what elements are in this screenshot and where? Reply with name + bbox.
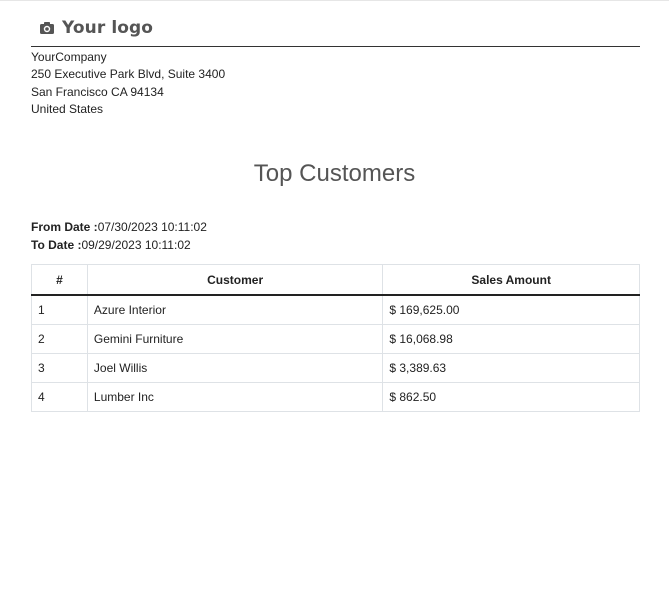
- column-header-customer: Customer: [86, 264, 384, 296]
- customer-name: Lumber Inc: [86, 382, 384, 412]
- sales-amount: $ 16,068.98: [382, 324, 640, 354]
- report-title: Top Customers: [253, 160, 416, 187]
- row-number: 4: [31, 382, 88, 412]
- sales-amount: $ 169,625.00: [382, 294, 640, 325]
- sales-amount: $ 3,389.63: [382, 353, 640, 383]
- date-range: From Date :07/30/2023 10:11:02 To Date :…: [31, 218, 207, 254]
- header-divider: [31, 46, 640, 47]
- table-row: 2 Gemini Furniture $ 16,068.98: [31, 324, 640, 354]
- camera-icon: [39, 21, 55, 35]
- from-date-label: From Date :: [31, 220, 98, 234]
- from-date-value: 07/30/2023 10:11:02: [97, 220, 207, 234]
- logo-text: Your logo: [62, 18, 154, 38]
- company-logo: Your logo: [39, 18, 153, 38]
- table-row: 4 Lumber Inc $ 862.50: [31, 382, 640, 412]
- table-row: 1 Azure Interior $ 169,625.00: [31, 294, 640, 325]
- customers-table: # Customer Sales Amount 1 Azure Interior…: [31, 264, 640, 412]
- company-city: San Francisco CA 94134: [31, 84, 164, 99]
- to-date-label: To Date :: [31, 238, 82, 252]
- company-name: YourCompany: [31, 50, 107, 64]
- row-number: 1: [31, 294, 88, 325]
- to-date-value: 09/29/2023 10:11:02: [81, 238, 191, 252]
- company-country: United States: [31, 101, 104, 116]
- company-address: YourCompany 250 Executive Park Blvd, Sui…: [31, 49, 225, 118]
- table-row: 3 Joel Willis $ 3,389.63: [31, 353, 640, 383]
- sales-amount: $ 862.50: [382, 382, 640, 412]
- company-street: 250 Executive Park Blvd, Suite 3400: [31, 67, 226, 82]
- from-date-line: From Date :07/30/2023 10:11:02: [31, 218, 207, 236]
- top-divider: [0, 0, 669, 1]
- to-date-line: To Date :09/29/2023 10:11:02: [31, 236, 207, 254]
- customer-name: Gemini Furniture: [86, 324, 384, 354]
- column-header-sales-amount: Sales Amount: [382, 264, 640, 296]
- customer-name: Joel Willis: [86, 353, 384, 383]
- customer-name: Azure Interior: [86, 294, 384, 325]
- row-number: 3: [31, 353, 88, 383]
- table-header-row: # Customer Sales Amount: [31, 264, 640, 296]
- row-number: 2: [31, 324, 88, 354]
- column-header-number: #: [31, 264, 88, 296]
